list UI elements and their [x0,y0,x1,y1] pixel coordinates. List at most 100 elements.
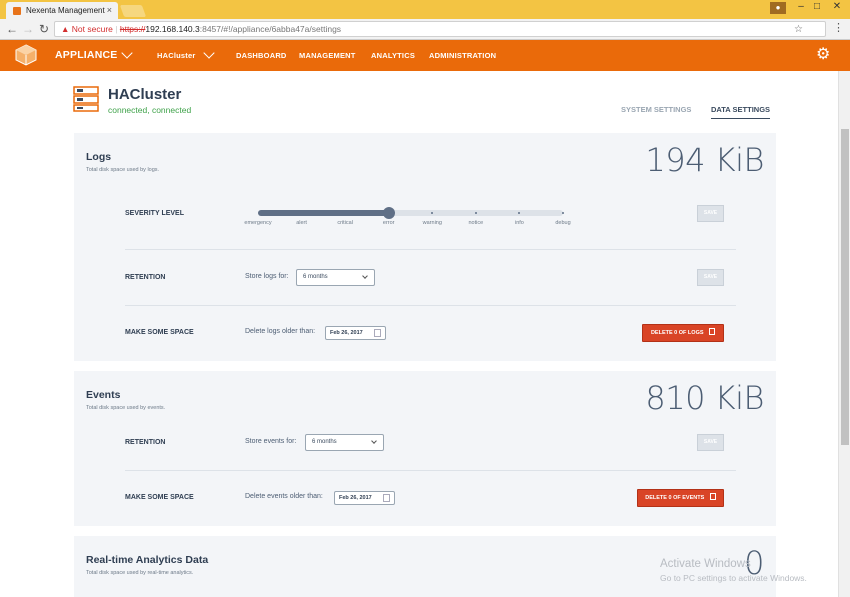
browser-menu-icon[interactable]: ⋮ [833,21,844,34]
browser-tab[interactable]: Nexenta Management × [6,2,118,19]
chevron-down-icon [371,438,377,444]
severity-label-alert[interactable]: alert [296,220,307,226]
save-retention-button[interactable]: SAVE [697,269,724,286]
browser-tab-bar: Nexenta Management × ● – □ ✕ [0,0,850,19]
severity-tick[interactable] [431,212,434,214]
delete-events-count: 0 [668,495,672,501]
severity-label-critical[interactable]: critical [337,220,353,226]
events-subtitle: Total disk space used by events. [86,405,166,411]
trash-icon [709,328,716,335]
analytics-title: Real-time Analytics Data [86,554,209,566]
tab-system-settings[interactable]: SYSTEM SETTINGS [621,105,691,114]
chevron-down-icon [362,273,368,279]
delete-events-button[interactable]: DELETE 0 OF EVENTS [637,489,724,507]
events-retention-value: 6 months [312,439,337,445]
security-label: Not secure [71,24,113,34]
address-bar: ← → ↻ ▲ Not secure | https://192.168.140… [0,19,850,40]
save-severity-button[interactable]: SAVE [697,205,724,222]
delete-events-suffix: OF EVENTS [673,495,705,501]
severity-label-emergency[interactable]: emergency [244,220,271,226]
divider [125,305,736,306]
page-title: HACluster [108,86,182,103]
url-path: :8457/#!/appliance/6abba47a/settings [199,24,342,34]
severity-tick[interactable] [562,212,564,214]
delete-events-label: DELETE [645,495,667,501]
logs-size: 194 KiB [645,141,764,179]
app-nav: APPLIANCE HACluster DASHBOARD MANAGEMENT… [0,40,850,71]
severity-label-info[interactable]: info [515,220,524,226]
severity-label-notice[interactable]: notice [469,220,484,226]
cluster-selector[interactable]: HACluster [157,40,195,71]
url-host: 192.168.140.3 [145,24,200,34]
severity-label-warning[interactable]: warning [423,220,442,226]
user-icon[interactable]: ● [770,2,786,14]
delete-logs-button[interactable]: DELETE 0 OF LOGS [642,324,724,342]
severity-tick[interactable] [474,212,477,214]
events-date-value: Feb 26, 2017 [339,495,372,501]
forward-icon[interactable]: → [22,22,34,36]
logs-date-input[interactable]: Feb 26, 2017 [325,326,386,340]
nav-management[interactable]: MANAGEMENT [299,40,356,71]
retention-label: RETENTION [125,439,166,446]
severity-label-error[interactable]: error [383,220,395,226]
calendar-icon[interactable] [383,494,390,502]
divider [125,470,736,471]
url-scheme: https:// [119,24,146,34]
nav-analytics[interactable]: ANALYTICS [371,40,415,71]
events-retention-select[interactable]: 6 months [305,434,384,451]
severity-level-label: SEVERITY LEVEL [125,210,184,217]
window-close-icon[interactable]: ✕ [826,0,848,16]
events-panel: Events Total disk space used by events. … [74,371,776,526]
scrollbar[interactable] [838,71,850,597]
logs-date-value: Feb 26, 2017 [330,330,363,336]
logs-retention-value: 6 months [303,274,328,280]
retention-desc: Store events for: [245,438,297,445]
delete-logs-label: DELETE [650,330,673,336]
chevron-down-icon[interactable] [203,47,215,59]
retention-desc: Store logs for: [245,273,289,280]
nav-administration[interactable]: ADMINISTRATION [429,40,496,71]
chevron-down-icon[interactable] [121,47,133,59]
server-icon [73,86,99,112]
tab-data-settings[interactable]: DATA SETTINGS [711,105,771,119]
logs-subtitle: Total disk space used by logs. [86,167,160,173]
retention-label: RETENTION [125,274,166,281]
scrollbar-thumb[interactable] [841,129,849,445]
delete-older-desc: Delete logs older than: [245,328,316,335]
delete-older-desc: Delete events older than: [245,493,323,500]
delete-logs-suffix: OF LOGS [678,330,704,336]
nav-dashboard[interactable]: DASHBOARD [236,40,287,71]
activate-windows-hint: Go to PC settings to activate Windows. [660,573,807,583]
browser-tab-title: Nexenta Management [26,6,105,15]
logs-panel: Logs Total disk space used by logs. 194 … [74,133,776,361]
new-tab-button[interactable] [119,5,147,17]
reload-icon[interactable]: ↻ [39,22,49,36]
bookmark-star-icon[interactable]: ☆ [794,23,803,37]
url-field[interactable]: ▲ Not secure | https://192.168.140.3:845… [54,21,826,37]
logs-title: Logs [86,151,112,163]
events-title: Events [86,389,121,401]
severity-slider-handle[interactable] [382,207,395,219]
nexenta-logo-icon[interactable] [15,44,37,66]
events-date-input[interactable]: Feb 26, 2017 [334,491,395,505]
severity-slider-fill [258,210,389,216]
appliance-menu[interactable]: APPLIANCE [55,40,117,71]
maximize-icon[interactable]: □ [806,0,828,16]
save-events-retention-button[interactable]: SAVE [697,434,724,451]
analytics-subtitle: Total disk space used by real-time analy… [86,570,194,576]
make-space-label: MAKE SOME SPACE [125,329,194,336]
activate-windows-watermark: Activate Windows [660,558,751,570]
gear-icon[interactable]: ⚙ [816,47,830,63]
severity-label-debug[interactable]: debug [555,220,570,226]
connection-status: connected, connected [108,105,192,115]
severity-slider[interactable] [258,207,564,219]
calendar-icon[interactable] [374,329,381,337]
logs-retention-select[interactable]: 6 months [296,269,375,286]
severity-tick[interactable] [518,212,521,214]
warning-icon: ▲ [61,24,70,34]
events-size: 810 KiB [645,379,764,417]
back-icon[interactable]: ← [6,22,18,36]
delete-logs-count: 0 [674,330,678,336]
trash-icon [709,493,716,500]
close-tab-icon[interactable]: × [107,2,112,19]
